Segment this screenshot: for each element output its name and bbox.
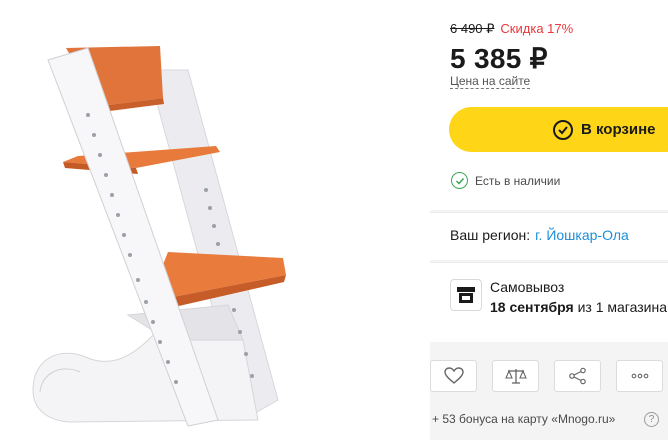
check-circle-icon <box>553 119 573 140</box>
share-icon <box>568 367 586 385</box>
chair-icon <box>32 46 286 427</box>
share-button[interactable] <box>554 360 601 392</box>
store-icon <box>450 279 482 311</box>
more-icon <box>631 373 648 379</box>
pickup-stores[interactable]: из 1 магазина <box>578 299 667 315</box>
stock-status: Есть в наличии <box>451 172 560 189</box>
region-city-link[interactable]: г. Йошкар-Ола <box>535 227 629 243</box>
price-note[interactable]: Цена на сайте <box>450 74 531 89</box>
heart-icon <box>443 367 464 384</box>
action-bar <box>430 360 663 392</box>
more-button[interactable] <box>616 360 663 392</box>
current-price: 5 385 ₽ <box>450 43 548 74</box>
discount-label: Скидка 17% <box>500 21 574 36</box>
old-price: 6 490 ₽ <box>450 21 495 36</box>
region-label: Ваш регион: <box>450 227 531 243</box>
pickup-title: Самовывоз <box>490 279 565 295</box>
in-cart-button[interactable]: В корзине <box>449 107 668 152</box>
bonus-text: + 53 бонуса на карту «Mnogo.ru» <box>432 412 616 426</box>
old-price-row: 6 490 ₽ Скидка 17% <box>450 21 573 37</box>
scales-icon <box>504 369 527 384</box>
in-cart-label: В корзине <box>581 121 656 138</box>
stock-label: Есть в наличии <box>475 173 561 188</box>
help-icon[interactable]: ? <box>644 412 659 427</box>
pickup-date: 18 сентября <box>490 299 574 315</box>
region-row: Ваш регион: г. Йошкар-Ола <box>450 227 629 243</box>
favorite-button[interactable] <box>430 360 477 392</box>
pickup-detail: 18 сентября из 1 магазина <box>490 299 667 315</box>
check-circle-icon <box>451 172 468 189</box>
product-image[interactable] <box>28 40 328 430</box>
compare-button[interactable] <box>492 360 539 392</box>
